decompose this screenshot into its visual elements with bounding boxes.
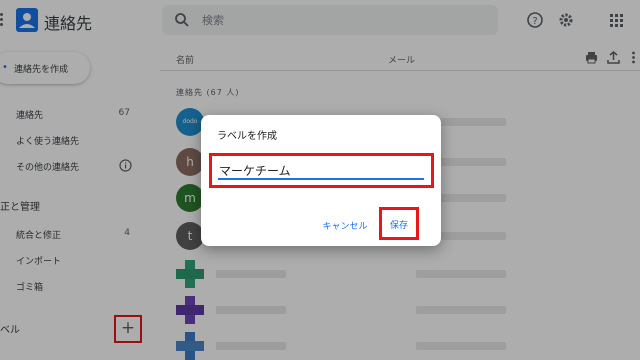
label-name-input[interactable] bbox=[218, 162, 424, 180]
dialog-title: ラベルを作成 bbox=[217, 131, 277, 142]
highlight-frame-input bbox=[209, 153, 434, 188]
highlight-frame-save: 保存 bbox=[379, 207, 419, 240]
cancel-button[interactable]: キャンセル bbox=[317, 215, 373, 235]
create-label-dialog: ラベルを作成 キャンセル 保存 bbox=[201, 115, 441, 246]
save-button[interactable]: 保存 bbox=[385, 215, 413, 233]
